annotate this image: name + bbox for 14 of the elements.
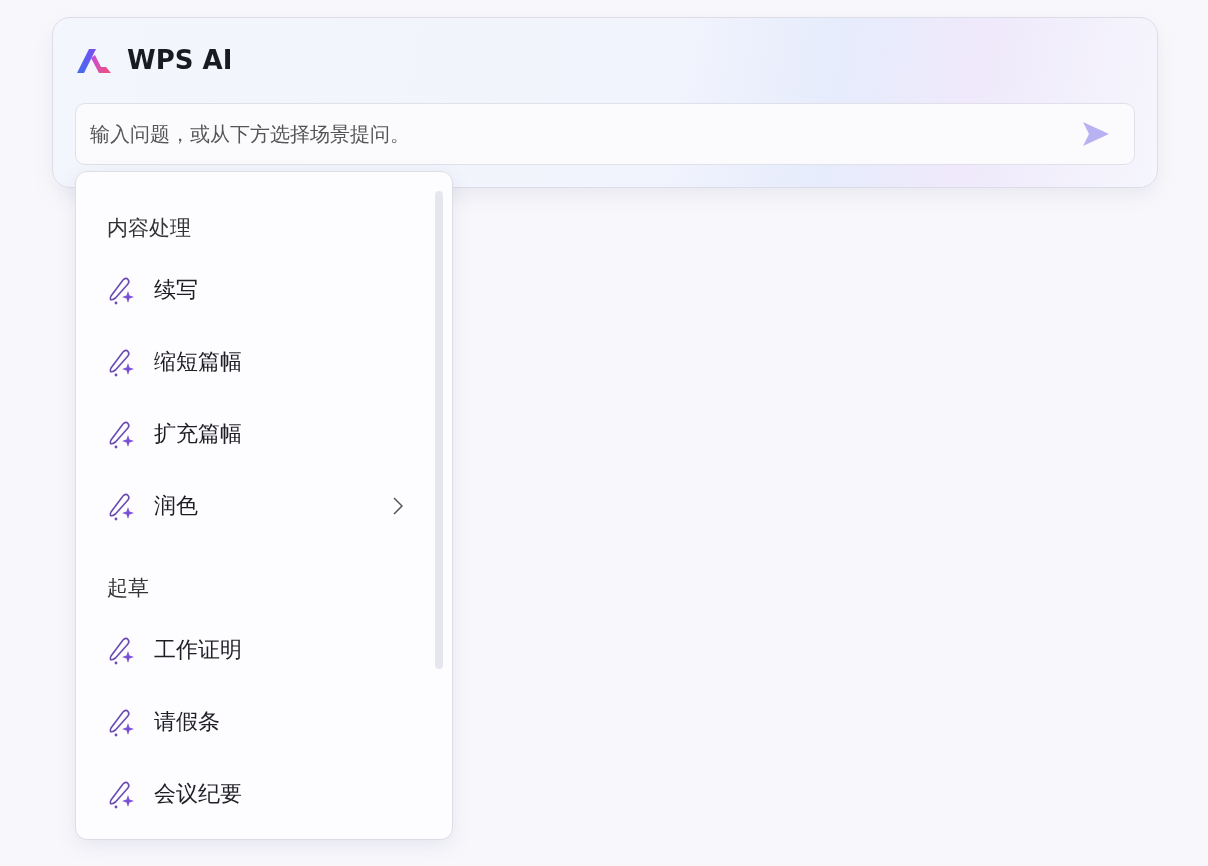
menu-item[interactable]: 扩充篇幅 <box>107 398 403 470</box>
send-icon[interactable] <box>1081 120 1111 148</box>
menu-item[interactable]: 会议纪要 <box>107 758 403 830</box>
menu-item[interactable]: 润色 <box>107 470 403 542</box>
menu-item[interactable]: 缩短篇幅 <box>107 326 403 398</box>
question-input[interactable]: 输入问题，或从下方选择场景提问。 <box>75 103 1135 165</box>
chevron-right-icon <box>393 497 403 515</box>
section-header: 内容处理 <box>107 215 191 242</box>
app-title: WPS AI <box>127 45 233 75</box>
menu-item[interactable]: 工作证明 <box>107 614 403 686</box>
menu-item[interactable]: 请假条 <box>107 686 403 758</box>
section-header: 起草 <box>107 575 149 602</box>
logo-icon <box>75 46 113 74</box>
menu-item[interactable]: 续写 <box>107 254 403 326</box>
